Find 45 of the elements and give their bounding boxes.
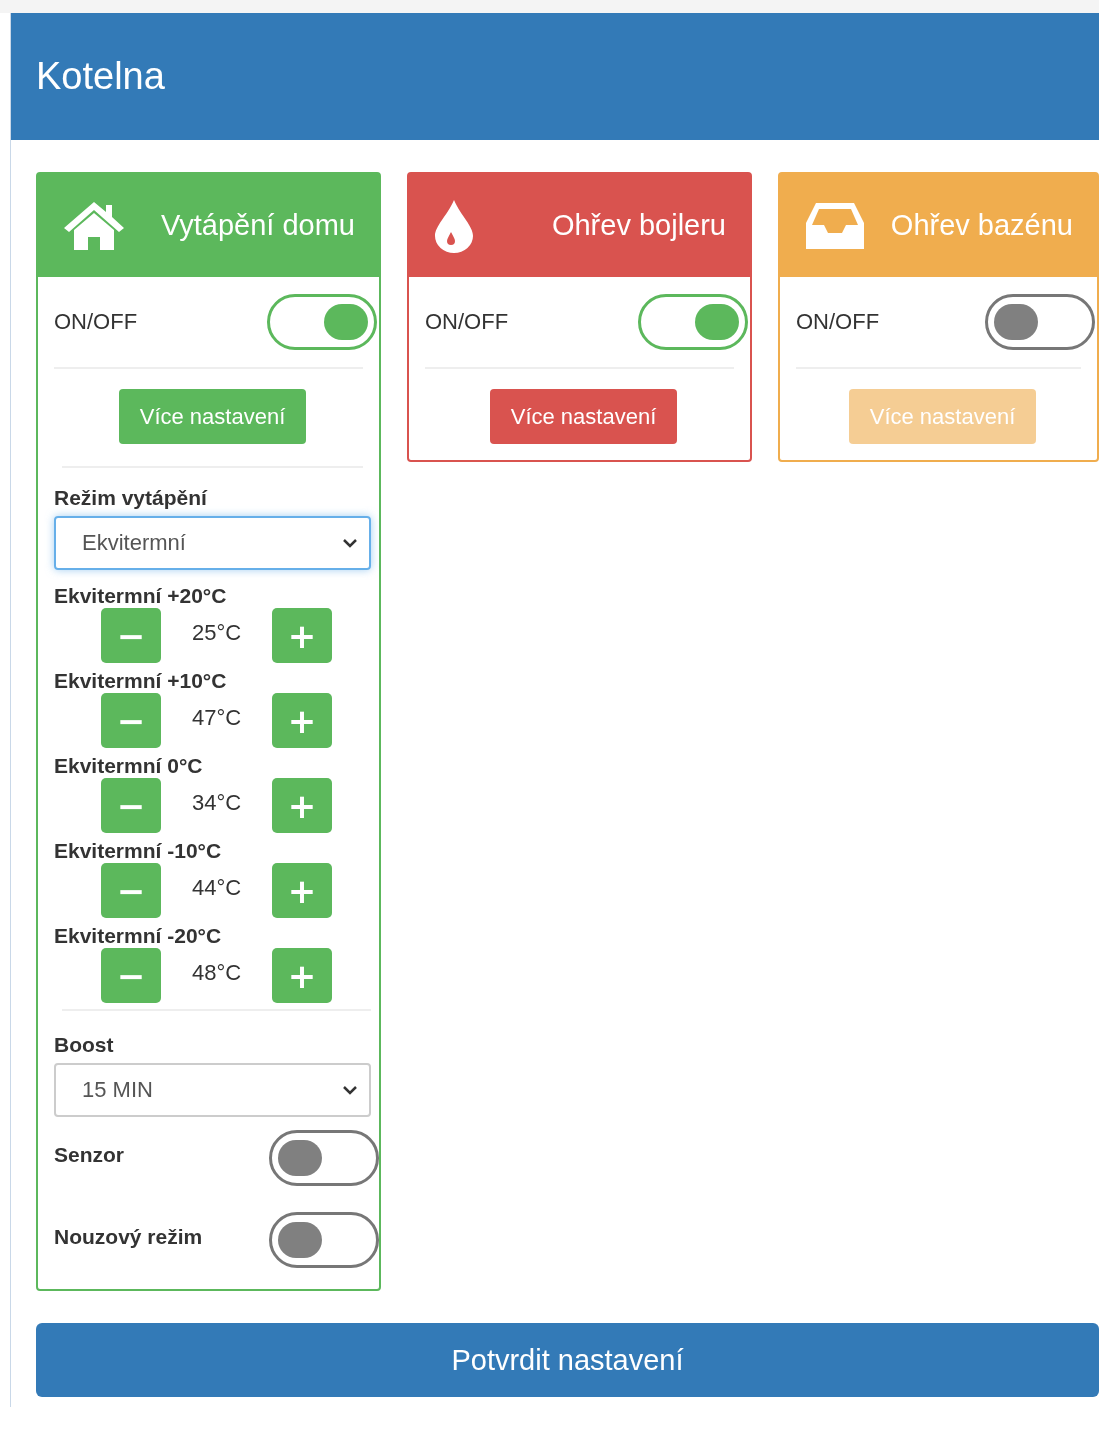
toggle-switch[interactable] — [985, 294, 1095, 350]
mode-label: Režim vytápění — [54, 486, 209, 510]
setpoint-label: Ekvitermní -20°C — [54, 924, 223, 948]
page-title: Kotelna — [36, 55, 165, 98]
boost-select[interactable]: 15 MIN — [54, 1063, 371, 1117]
chevron-down-icon — [343, 1085, 357, 1095]
decrease-button[interactable]: − — [101, 693, 161, 748]
tray-icon — [804, 200, 866, 251]
setpoint-value: 25°C — [190, 619, 243, 646]
more-settings-button[interactable]: Více nastavení — [489, 389, 678, 444]
more-settings-button[interactable]: Více nastavení — [118, 389, 307, 444]
increase-button[interactable]: + — [272, 608, 332, 663]
setpoint-value: 44°C — [190, 874, 243, 901]
switch-label: ON/OFF — [425, 309, 509, 335]
toggle-switch[interactable] — [267, 294, 377, 350]
switch-label: Nouzový režim — [54, 1225, 203, 1249]
boost-label: Boost — [54, 1033, 115, 1057]
setpoint-label: Ekvitermní +20°C — [54, 584, 228, 608]
setpoint-value: 47°C — [190, 704, 243, 731]
increase-button[interactable]: + — [272, 863, 332, 918]
confirm-button[interactable]: Potvrdit nastavení — [36, 1323, 1099, 1397]
setpoint-label: Ekvitermní -10°C — [54, 839, 223, 863]
decrease-button[interactable]: − — [101, 948, 161, 1003]
decrease-button[interactable]: − — [101, 863, 161, 918]
toggle-switch[interactable] — [638, 294, 748, 350]
card-title: Vytápění domu — [161, 209, 355, 242]
switch-label: Senzor — [54, 1143, 124, 1167]
setpoint-label: Ekvitermní 0°C — [54, 754, 204, 778]
chevron-down-icon — [343, 538, 357, 548]
switch-label: ON/OFF — [54, 309, 138, 335]
decrease-button[interactable]: − — [101, 608, 161, 663]
decrease-button[interactable]: − — [101, 778, 161, 833]
setpoint-label: Ekvitermní +10°C — [54, 669, 228, 693]
increase-button[interactable]: + — [272, 948, 332, 1003]
increase-button[interactable]: + — [272, 778, 332, 833]
increase-button[interactable]: + — [272, 693, 332, 748]
setpoint-value: 34°C — [190, 789, 243, 816]
house-icon — [62, 199, 126, 252]
switch-label: ON/OFF — [796, 309, 880, 335]
card-title: Ohřev bazénu — [890, 209, 1073, 242]
mode-select[interactable]: Ekvitermní — [54, 516, 371, 570]
toggle-switch[interactable] — [269, 1212, 379, 1268]
setpoint-value: 48°C — [190, 959, 243, 986]
card-title: Ohřev bojleru — [551, 209, 726, 242]
toggle-switch[interactable] — [269, 1130, 379, 1186]
